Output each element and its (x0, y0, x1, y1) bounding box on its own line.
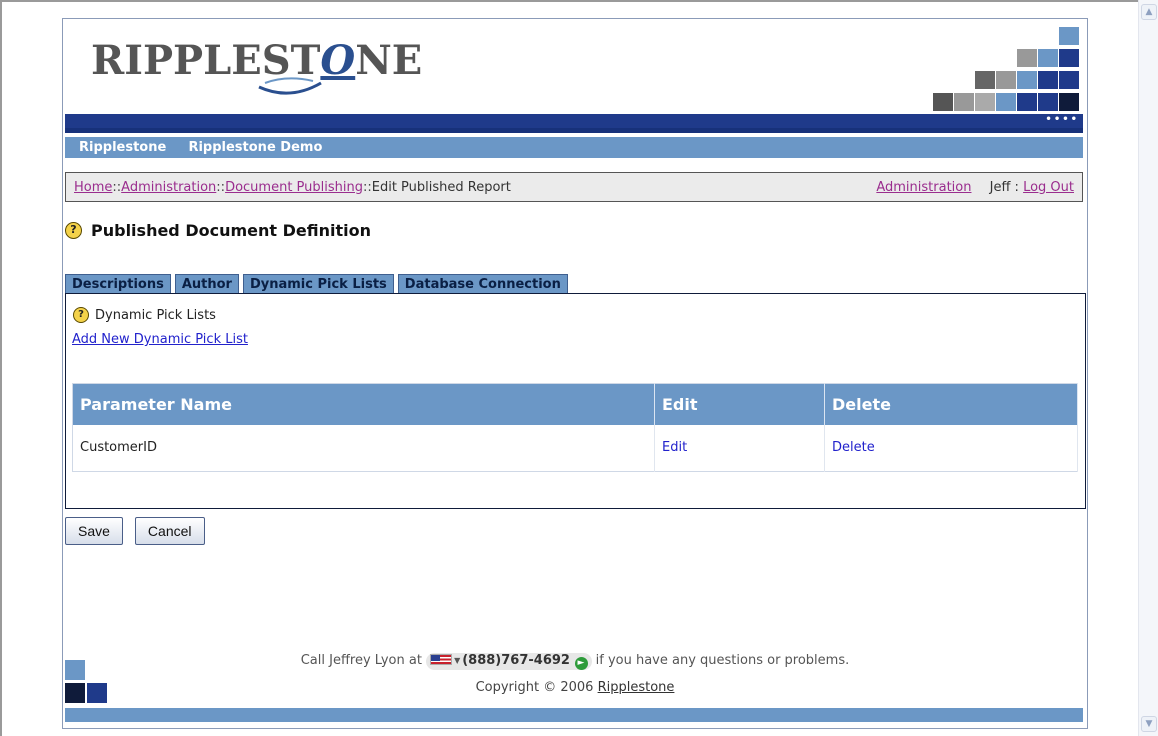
call-prefix: Call Jeffrey Lyon at (300, 653, 422, 668)
column-header-edit[interactable]: Edit (654, 383, 825, 425)
company-link[interactable]: Ripplestone (598, 680, 675, 695)
breadcrumb: Home::Administration::Document Publishin… (65, 172, 1083, 202)
table-header-row: Parameter Name Edit Delete (72, 383, 1078, 425)
parameter-name-cell: CustomerID (72, 424, 655, 472)
cancel-button[interactable]: Cancel (134, 517, 205, 545)
delete-cell: Delete (824, 424, 1078, 472)
delete-link[interactable]: Delete (832, 440, 875, 455)
tab-strip: Descriptions Author Dynamic Pick Lists D… (65, 274, 572, 294)
breadcrumb-trail: Home::Administration::Document Publishin… (74, 180, 511, 195)
tab-dynamic-pick-lists[interactable]: Dynamic Pick Lists (242, 274, 394, 294)
top-nav-bar: Ripplestone Ripplestone Demo (65, 137, 1083, 158)
page-container: RIPPLESTONE •••• Ripplestone Ripplestone… (62, 18, 1088, 729)
tab-database-connection[interactable]: Database Connection (397, 274, 568, 294)
pick-list-table: Parameter Name Edit Delete CustomerID Ed… (72, 383, 1078, 472)
header-bar (65, 114, 1083, 128)
breadcrumb-administration[interactable]: Administration (121, 180, 216, 195)
dots-decoration: •••• (1045, 114, 1079, 125)
edit-link[interactable]: Edit (662, 440, 687, 455)
save-button[interactable]: Save (65, 517, 123, 545)
section-heading: ? Dynamic Pick Lists (73, 307, 216, 323)
footer-contact: Call Jeffrey Lyon at ▼ (888)767-4692 ► if… (63, 653, 1087, 670)
phone-number: (888)767-4692 (462, 653, 570, 668)
us-flag-icon (430, 654, 453, 665)
scroll-down-icon[interactable]: ▼ (1141, 716, 1157, 732)
breadcrumb-current: Edit Published Report (371, 179, 511, 195)
footer-bar (65, 708, 1083, 722)
tab-author[interactable]: Author (174, 274, 239, 294)
edit-cell: Edit (654, 424, 825, 472)
question-circle-icon[interactable]: ? (73, 307, 89, 323)
footer-copyright: Copyright © 2006 Ripplestone (63, 680, 1087, 695)
browser-viewport: RIPPLESTONE •••• Ripplestone Ripplestone… (0, 0, 1138, 736)
nav-link-ripplestone-demo[interactable]: Ripplestone Demo (188, 140, 322, 155)
breadcrumb-separator: :: (362, 179, 372, 195)
form-buttons: Save Cancel (65, 517, 217, 545)
page-title: Published Document Definition (91, 221, 371, 240)
tab-panel: ? Dynamic Pick Lists Add New Dynamic Pic… (65, 293, 1086, 509)
scroll-up-icon[interactable]: ▲ (1141, 4, 1157, 20)
question-circle-icon[interactable]: ? (65, 222, 82, 239)
user-area: Administration Jeff : Log Out (876, 180, 1074, 195)
call-icon[interactable]: ► (574, 657, 588, 670)
chevron-down-icon: ▼ (454, 656, 461, 665)
add-dynamic-pick-list-link[interactable]: Add New Dynamic Pick List (72, 332, 248, 347)
section-title: Dynamic Pick Lists (95, 307, 216, 323)
table-row: CustomerID Edit Delete (72, 424, 1078, 472)
logout-link[interactable]: Log Out (1023, 180, 1074, 195)
header-bar-lower (65, 128, 1083, 133)
copyright-text: Copyright © 2006 (475, 680, 594, 695)
call-suffix: if you have any questions or problems. (595, 653, 850, 668)
administration-link[interactable]: Administration (876, 180, 971, 195)
page-title-row: ? Published Document Definition (65, 221, 371, 240)
breadcrumb-document-publishing[interactable]: Document Publishing (225, 180, 363, 195)
logo-swoosh-icon (258, 77, 322, 95)
nav-link-ripplestone[interactable]: Ripplestone (79, 140, 166, 155)
breadcrumb-separator: :: (216, 179, 226, 195)
header-blocks-graphic (933, 27, 1079, 111)
column-header-delete[interactable]: Delete (824, 383, 1078, 425)
vertical-scrollbar[interactable]: ▲ ▼ (1138, 0, 1158, 736)
tab-descriptions[interactable]: Descriptions (65, 274, 171, 294)
breadcrumb-home[interactable]: Home (74, 180, 112, 195)
user-name: Jeff : (989, 179, 1019, 195)
phone-widget[interactable]: ▼ (888)767-4692 ► (426, 653, 592, 670)
breadcrumb-separator: :: (112, 179, 122, 195)
column-header-parameter-name[interactable]: Parameter Name (72, 383, 655, 425)
